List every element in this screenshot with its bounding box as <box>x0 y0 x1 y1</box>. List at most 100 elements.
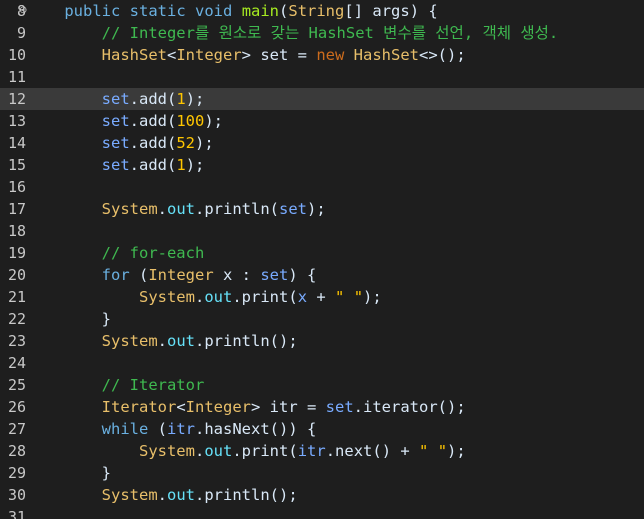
code-line[interactable]: 20 for (Integer x : set) { <box>0 264 644 286</box>
code-line[interactable]: 21 System.out.print(x + " "); <box>0 286 644 308</box>
code-token: ( <box>167 90 177 108</box>
code-token: . <box>129 90 139 108</box>
code-token: public <box>64 2 121 20</box>
line-number-text: 27 <box>7 420 26 438</box>
code-token: . <box>157 332 167 350</box>
code-token: 100 <box>176 112 205 130</box>
code-text: // Iterator <box>27 374 205 396</box>
code-token: () + <box>372 442 420 460</box>
code-token: . <box>194 288 205 306</box>
line-number-text: 13 <box>7 112 26 130</box>
code-token: out <box>167 200 195 218</box>
code-token: . <box>129 156 139 174</box>
code-token: . <box>232 288 242 306</box>
code-line[interactable]: 23 System.out.println(); <box>0 330 644 352</box>
code-text: // for-each <box>27 242 205 264</box>
code-token: set <box>260 46 289 64</box>
code-token: 1 <box>176 156 186 174</box>
code-token: . <box>129 134 139 152</box>
code-line[interactable]: 19 // for-each <box>0 242 644 264</box>
code-line[interactable]: 26 Iterator<Integer> itr = set.iterator(… <box>0 396 644 418</box>
code-token: ( <box>167 112 177 130</box>
line-number-text: 23 <box>7 332 26 350</box>
line-number-text: 22 <box>7 310 26 328</box>
line-number-text: 29 <box>7 464 26 482</box>
code-token: Iterator <box>101 398 177 416</box>
code-token: ); <box>363 288 382 306</box>
code-text: while (itr.hasNext()) { <box>27 418 317 440</box>
code-token: System <box>138 288 195 306</box>
code-token: itr <box>269 398 298 416</box>
code-token: add <box>139 134 167 152</box>
code-line[interactable]: 17 System.out.println(set); <box>0 198 644 220</box>
line-number: 26 <box>0 396 26 418</box>
line-number-text: 10 <box>7 46 26 64</box>
code-text: set.add(1); <box>27 154 205 176</box>
code-token: hasNext <box>204 420 270 438</box>
code-line[interactable]: 10 HashSet<Integer> set = new HashSet<>(… <box>0 44 644 66</box>
code-token: } <box>101 464 111 482</box>
code-token: = <box>297 398 326 416</box>
code-token: System <box>101 332 158 350</box>
code-token: String <box>288 2 345 20</box>
code-token: itr <box>297 442 326 460</box>
code-line[interactable]: 8 ⊖ public static void main(String[] args… <box>0 0 644 22</box>
code-token: < <box>166 46 177 64</box>
code-line[interactable]: 29 } <box>0 462 644 484</box>
line-number: 25 <box>0 374 26 396</box>
code-line[interactable]: 11 <box>0 66 644 88</box>
code-token: ( <box>288 442 298 460</box>
line-number-text: 9 <box>16 24 26 42</box>
code-text: set.add(52); <box>27 132 214 154</box>
code-line[interactable]: 13 set.add(100); <box>0 110 644 132</box>
line-number-text: 30 <box>7 486 26 504</box>
code-token: main <box>241 2 280 20</box>
code-token: > <box>250 398 270 416</box>
code-line[interactable]: 30 System.out.println(); <box>0 484 644 506</box>
code-token: ( <box>167 134 177 152</box>
code-line[interactable]: 14 set.add(52); <box>0 132 644 154</box>
code-token: ( <box>148 420 167 438</box>
code-token: . <box>157 200 167 218</box>
code-token: Integer <box>148 266 214 284</box>
code-token: " " <box>335 288 364 306</box>
code-token: <>(); <box>419 46 466 64</box>
code-token: static <box>129 2 186 20</box>
code-token: ) { <box>409 2 438 20</box>
line-number: 21 <box>0 286 26 308</box>
code-line[interactable]: 15 set.add(1); <box>0 154 644 176</box>
line-number: 19 <box>0 242 26 264</box>
code-token: new <box>316 46 345 64</box>
code-token: set <box>101 134 130 152</box>
code-line[interactable]: 27 while (itr.hasNext()) { <box>0 418 644 440</box>
code-line[interactable]: 28 System.out.print(itr.next() + " "); <box>0 440 644 462</box>
line-number-text: 16 <box>7 178 26 196</box>
code-line[interactable]: 12 set.add(1); <box>0 88 644 110</box>
code-token: set <box>325 398 354 416</box>
code-line[interactable]: 18 <box>0 220 644 242</box>
code-token: // Integer를 원소로 갖는 HashSet 변수를 선언, 객체 생성… <box>101 24 559 42</box>
line-number-text: 20 <box>7 266 26 284</box>
code-line[interactable]: 25 // Iterator <box>0 374 644 396</box>
line-number-text: 18 <box>7 222 26 240</box>
code-token: out <box>204 288 233 306</box>
code-line[interactable]: 9 // Integer를 원소로 갖는 HashSet 변수를 선언, 객체 … <box>0 22 644 44</box>
code-token: println <box>204 332 270 350</box>
code-editor[interactable]: 8 ⊖ public static void main(String[] args… <box>0 0 644 519</box>
line-number-text: 12 <box>7 90 26 108</box>
code-token: iterator <box>363 398 438 416</box>
code-line[interactable]: 22 } <box>0 308 644 330</box>
code-token: ( <box>279 2 289 20</box>
line-number-text: 14 <box>7 134 26 152</box>
code-line[interactable]: 31 <box>0 506 644 519</box>
code-text: } <box>27 308 111 330</box>
code-line[interactable]: 24 <box>0 352 644 374</box>
code-token: void <box>195 2 233 20</box>
code-line[interactable]: 16 <box>0 176 644 198</box>
